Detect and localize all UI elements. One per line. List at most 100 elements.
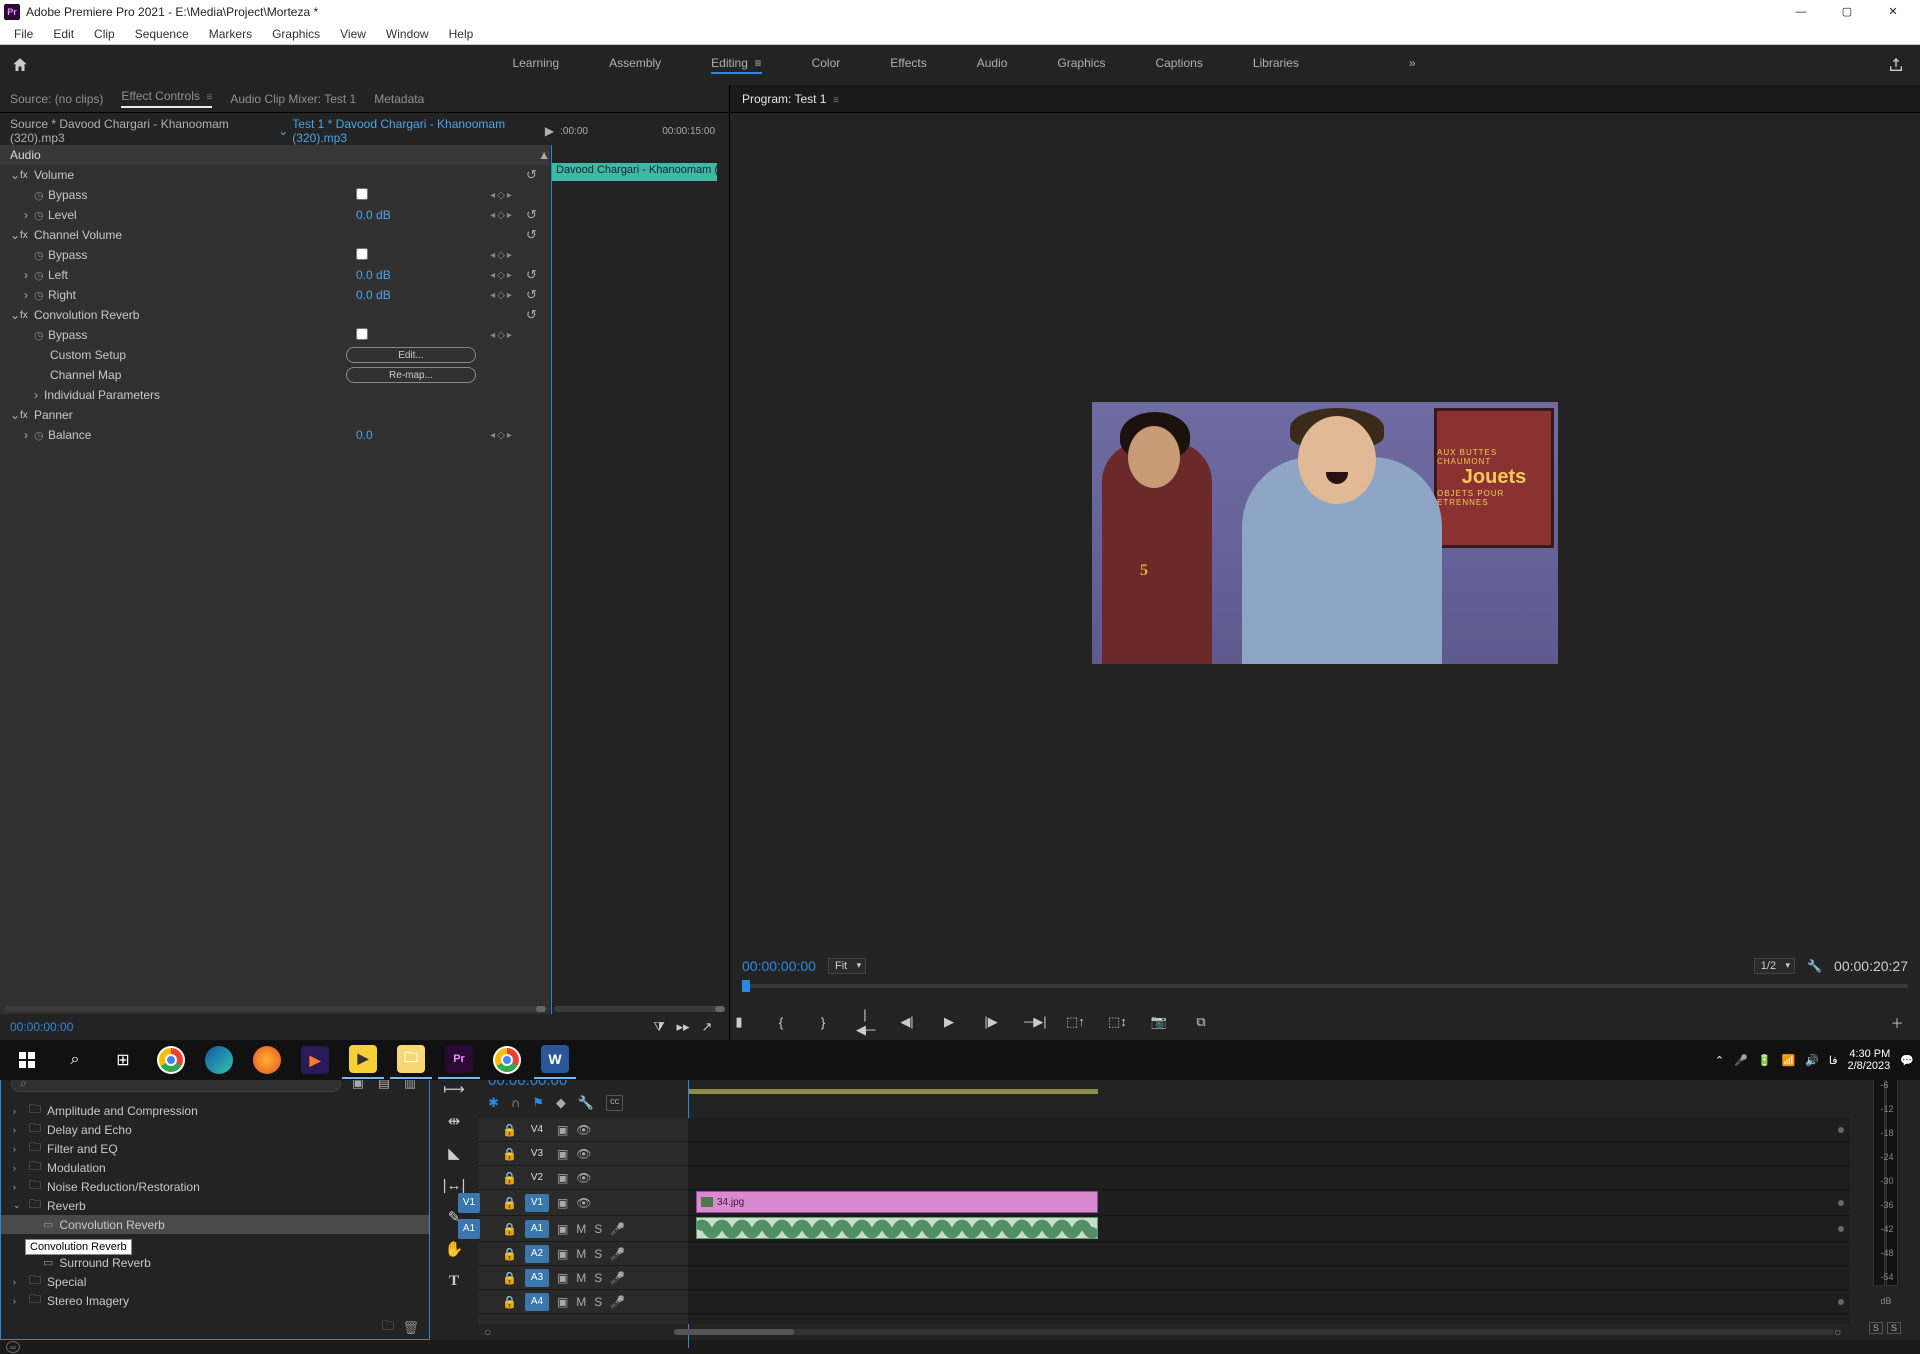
play-only-audio-button[interactable]: ▶	[545, 124, 554, 138]
program-scrub-bar[interactable]	[730, 980, 1920, 1004]
stopwatch-icon[interactable]: ◷	[34, 189, 48, 202]
ec-effect-panner[interactable]: ⌄ fx Panner	[0, 405, 550, 425]
effect-timeline-ruler[interactable]: :00:00 00:00:15:00	[560, 126, 719, 137]
taskbar-chrome[interactable]	[150, 1041, 192, 1079]
timeline-clip-video[interactable]: 34.jpg	[696, 1191, 1098, 1213]
sync-lock-icon[interactable]: ▣	[557, 1123, 568, 1137]
track-lane-a2[interactable]	[688, 1242, 1850, 1266]
custom-setup-edit-button[interactable]: Edit...	[346, 347, 476, 363]
eye-icon[interactable]: 👁	[576, 1123, 591, 1137]
fx-badge-icon[interactable]: fx	[20, 410, 34, 421]
export-frame-icon[interactable]: 📷	[1150, 1014, 1168, 1030]
workspace-overflow-button[interactable]: »	[1409, 56, 1416, 74]
track-keyframe-handle[interactable]	[1838, 1200, 1844, 1206]
track-header-a4[interactable]: 🔒A4▣MS🎤	[478, 1290, 688, 1314]
taskbar-media-player[interactable]: ▶	[294, 1041, 336, 1079]
track-keyframe-handle[interactable]	[1838, 1299, 1844, 1305]
effects-item-convolution-reverb[interactable]: ▭Convolution Reverb	[1, 1215, 429, 1234]
track-lane-v4[interactable]	[688, 1118, 1850, 1142]
menu-view[interactable]: View	[330, 25, 376, 43]
track-lane-v3[interactable]	[688, 1142, 1850, 1166]
resolution-dropdown[interactable]: 1/2	[1754, 958, 1795, 974]
effects-folder-filter[interactable]: ›🗀Filter and EQ	[1, 1139, 429, 1158]
chevron-down-icon[interactable]: ⌄	[278, 124, 288, 138]
track-lane-v2[interactable]	[688, 1166, 1850, 1190]
program-playhead[interactable]	[742, 980, 750, 992]
menu-window[interactable]: Window	[376, 25, 439, 43]
tab-source[interactable]: Source: (no clips)	[10, 92, 103, 106]
taskbar-word[interactable]: W	[534, 1041, 576, 1079]
track-header-v3[interactable]: 🔒V3▣👁	[478, 1142, 688, 1166]
effects-folder-delay[interactable]: ›🗀Delay and Echo	[1, 1120, 429, 1139]
track-lane-a4[interactable]	[688, 1290, 1850, 1314]
reset-icon[interactable]: ↺	[526, 167, 550, 183]
home-button[interactable]	[0, 45, 40, 85]
step-back-button[interactable]: ◀|	[898, 1014, 916, 1030]
ec-effect-channel-volume[interactable]: ⌄ fx Channel Volume ↺	[0, 225, 550, 245]
tray-mic-icon[interactable]: 🎤	[1734, 1054, 1748, 1067]
volume-bypass-checkbox[interactable]	[356, 188, 368, 200]
effects-folder-stereo-imagery[interactable]: ›🗀Stereo Imagery	[1, 1291, 429, 1310]
workspace-editing[interactable]: Editing ≡	[711, 56, 761, 74]
kf-next-icon[interactable]: ▸	[507, 190, 512, 201]
stopwatch-icon[interactable]: ◷	[34, 209, 48, 222]
play-button[interactable]: ▶	[940, 1014, 958, 1030]
taskbar-file-explorer[interactable]: 🗀	[390, 1041, 432, 1079]
mute-button[interactable]: M	[576, 1222, 586, 1236]
effects-item-surround-reverb[interactable]: ▭Surround Reverb	[1, 1253, 429, 1272]
go-to-out-button[interactable]: ─▶|	[1024, 1014, 1042, 1030]
track-select-tool[interactable]: ⟼	[442, 1078, 466, 1100]
effect-controls-timecode[interactable]: 00:00:00:00	[10, 1020, 73, 1034]
go-to-in-button[interactable]: |◀─	[856, 1007, 874, 1038]
maximize-button[interactable]: ▢	[1824, 0, 1870, 23]
button-editor-add[interactable]: ＋	[1888, 1013, 1906, 1032]
tab-metadata[interactable]: Metadata	[374, 92, 424, 106]
effects-folder-reverb[interactable]: ⌄🗀Reverb	[1, 1196, 429, 1215]
taskbar-firefox[interactable]	[246, 1041, 288, 1079]
stopwatch-icon[interactable]: ◷	[34, 429, 48, 442]
insert-overwrite-toggle[interactable]: ◆	[556, 1095, 566, 1111]
caption-track-toggle[interactable]: cc	[606, 1095, 623, 1111]
track-keyframe-handle[interactable]	[1838, 1127, 1844, 1133]
ec-conv-individual[interactable]: › Individual Parameters	[0, 385, 550, 405]
effects-folder-amplitude[interactable]: ›🗀Amplitude and Compression	[1, 1101, 429, 1120]
program-monitor-viewport[interactable]: AUX BUTTES CHAUMONT Jouets OBJETS POUR E…	[730, 113, 1920, 952]
workspace-audio[interactable]: Audio	[977, 56, 1008, 74]
reset-icon[interactable]: ↺	[526, 267, 550, 283]
effect-controls-menu-icon[interactable]: ≡	[207, 92, 213, 103]
taskbar-edge[interactable]	[198, 1041, 240, 1079]
workspace-libraries[interactable]: Libraries	[1253, 56, 1299, 74]
channel-left-value[interactable]: 0.0 dB	[356, 268, 476, 282]
menu-file[interactable]: File	[4, 25, 43, 43]
reset-icon[interactable]: ↺	[526, 287, 550, 303]
menu-clip[interactable]: Clip	[84, 25, 125, 43]
channel-map-remap-button[interactable]: Re-map...	[346, 367, 476, 383]
export-frame-button[interactable]	[1888, 57, 1920, 73]
stopwatch-icon[interactable]: ◷	[34, 249, 48, 262]
tab-effect-controls[interactable]: Effect Controls ≡	[121, 89, 212, 108]
razor-tool[interactable]: ◣	[442, 1142, 466, 1164]
menu-edit[interactable]: Edit	[43, 25, 84, 43]
menu-help[interactable]: Help	[439, 25, 484, 43]
start-button[interactable]	[6, 1041, 48, 1079]
source-patch-v1[interactable]: V1	[458, 1193, 480, 1213]
track-header-v1[interactable]: V1 🔒V1▣👁	[478, 1190, 688, 1216]
voiceover-icon[interactable]: 🎤	[610, 1222, 625, 1236]
zoom-fit-dropdown[interactable]: Fit	[828, 958, 866, 974]
task-view-button[interactable]: ⊞	[102, 1041, 144, 1079]
play-icon[interactable]: ▸▸	[671, 1019, 695, 1035]
workspace-editing-menu-icon[interactable]: ≡	[755, 56, 762, 72]
reset-icon[interactable]: ↺	[526, 207, 550, 223]
fx-badge-icon[interactable]: fx	[20, 230, 34, 241]
wrench-icon[interactable]: 🔧	[1807, 959, 1822, 973]
tab-audio-clip-mixer[interactable]: Audio Clip Mixer: Test 1	[230, 92, 356, 106]
panel-menu-icon[interactable]: ↗	[695, 1019, 719, 1035]
track-keyframe-handle[interactable]	[1838, 1226, 1844, 1232]
extract-button[interactable]: ⬚↕	[1108, 1014, 1126, 1030]
track-header-a1[interactable]: A1 🔒A1▣MS🎤	[478, 1216, 688, 1242]
stopwatch-icon[interactable]: ◷	[34, 269, 48, 282]
program-menu-icon[interactable]: ≡	[833, 95, 839, 106]
panner-balance-value[interactable]: 0.0	[356, 428, 476, 442]
lift-button[interactable]: ⬚↑	[1066, 1014, 1084, 1030]
delete-button[interactable]: 🗑	[402, 1320, 419, 1336]
